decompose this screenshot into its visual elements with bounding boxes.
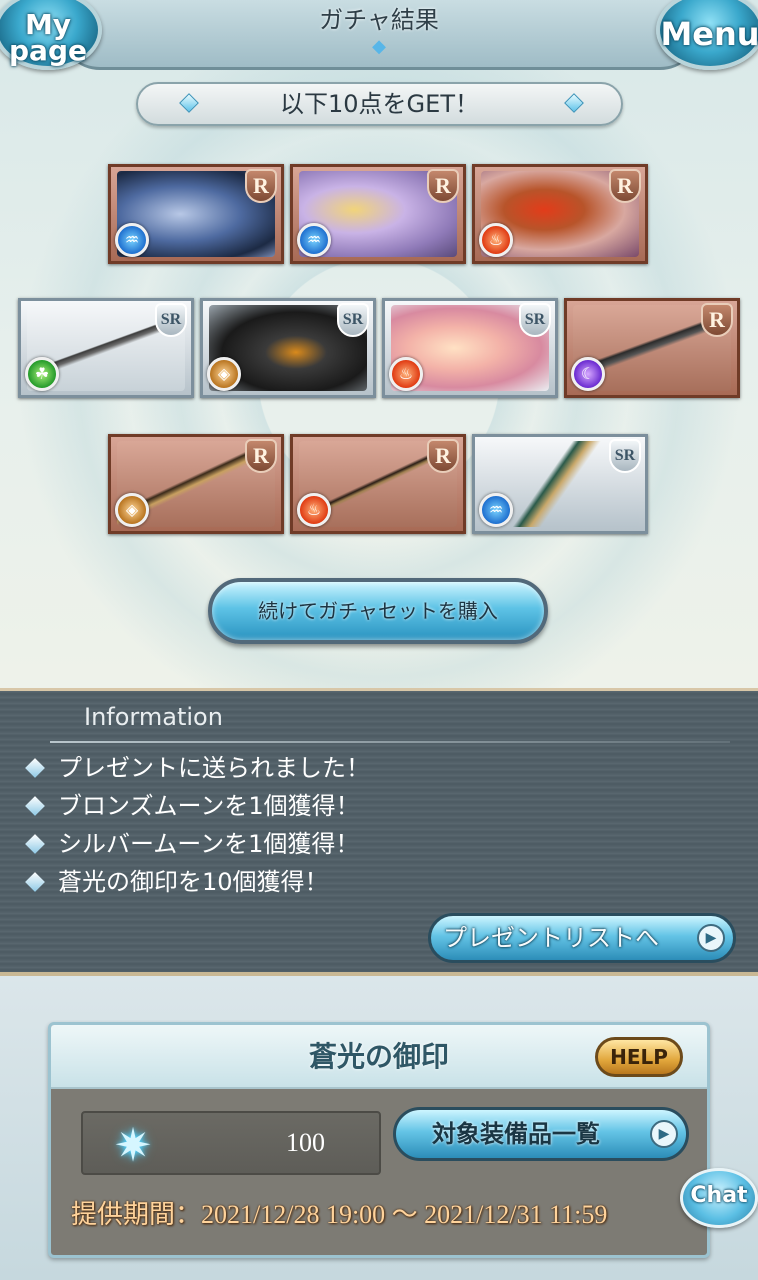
result-card[interactable]: SR ☘ (18, 298, 194, 398)
arrow-right-icon: ▶ (697, 924, 725, 952)
bullet-icon (25, 796, 45, 816)
bullet-icon (25, 834, 45, 854)
menu-label: Menu (660, 15, 758, 53)
target-equipment-button[interactable]: 対象装備品一覧 ▶ (393, 1107, 689, 1161)
result-card[interactable]: SR ♒ (472, 434, 648, 534)
information-panel: Information プレゼントに送られました！ ブロンズムーンを1個獲得！ … (0, 688, 758, 976)
result-banner: 以下10点をGET！ (136, 82, 623, 126)
dark-element-icon: ☾ (571, 357, 605, 391)
fire-element-icon: ♨ (389, 357, 423, 391)
continue-gacha-button[interactable]: 続けてガチャセットを購入 (208, 578, 548, 644)
seal-header: 蒼光の御印 HELP (51, 1025, 707, 1089)
rank-badge: R (701, 303, 733, 337)
result-card[interactable]: R ♨ (472, 164, 648, 264)
water-element-icon: ♒ (479, 493, 513, 527)
arrow-right-icon: ▶ (650, 1120, 678, 1148)
rank-badge: R (427, 169, 459, 203)
mypage-label: My page (9, 8, 87, 67)
information-item: プレゼントに送られました！ (22, 751, 742, 785)
bullet-icon (25, 758, 45, 778)
water-element-icon: ♒ (115, 223, 149, 257)
seal-count: 100 (286, 1128, 325, 1157)
result-card[interactable]: R ☾ (564, 298, 740, 398)
information-item: ブロンズムーンを1個獲得！ (22, 789, 742, 823)
offer-period: 提供期間：2021/12/28 19:00 〜 2021/12/31 11:59 (71, 1200, 608, 1229)
rank-badge: SR (337, 303, 369, 337)
rank-badge: SR (609, 439, 641, 473)
result-card[interactable]: SR ◈ (200, 298, 376, 398)
mypage-button[interactable]: My page (0, 0, 102, 70)
earth-element-icon: ◈ (207, 357, 241, 391)
rank-badge: SR (155, 303, 187, 337)
present-list-label: プレゼントリストへ (443, 924, 659, 952)
information-item-text: プレゼントに送られました！ (58, 754, 370, 782)
water-element-icon: ♒ (297, 223, 331, 257)
fire-element-icon: ♨ (479, 223, 513, 257)
result-card[interactable]: R ◈ (108, 434, 284, 534)
help-button[interactable]: HELP (595, 1037, 683, 1077)
seal-count-box: ✷ 100 (81, 1111, 381, 1175)
rank-badge: R (245, 439, 277, 473)
information-item-text: シルバームーンを1個獲得！ (58, 830, 360, 858)
information-item: シルバームーンを1個獲得！ (22, 827, 742, 861)
earth-element-icon: ◈ (115, 493, 149, 527)
result-card[interactable]: R ♒ (108, 164, 284, 264)
title-pointer-icon: ◆ (372, 36, 386, 57)
information-item-text: ブロンズムーンを1個獲得！ (58, 792, 360, 820)
divider (50, 741, 730, 743)
rank-badge: SR (519, 303, 551, 337)
result-banner-text: 以下10点をGET！ (280, 90, 479, 118)
information-item: 蒼光の御印を10個獲得！ (22, 865, 742, 899)
present-list-button[interactable]: プレゼントリストへ ▶ (428, 913, 736, 963)
seal-panel: 蒼光の御印 HELP ✷ 100 対象装備品一覧 ▶ 提供期間：2021/12/… (48, 1022, 710, 1258)
bullet-icon (25, 872, 45, 892)
information-item-text: 蒼光の御印を10個獲得！ (58, 868, 329, 896)
rank-badge: R (427, 439, 459, 473)
chat-button[interactable]: Chat (680, 1168, 758, 1228)
rank-badge: R (609, 169, 641, 203)
rank-badge: R (245, 169, 277, 203)
target-equipment-label: 対象装備品一覧 (432, 1120, 600, 1148)
wind-element-icon: ☘ (25, 357, 59, 391)
bottom-area: 蒼光の御印 HELP ✷ 100 対象装備品一覧 ▶ 提供期間：2021/12/… (0, 976, 758, 1280)
fire-element-icon: ♨ (297, 493, 331, 527)
result-card[interactable]: R ♒ (290, 164, 466, 264)
gacha-result-area: ガチャ結果 ◆ My page Menu 以下10点をGET！ R ♒ R ♒ … (0, 0, 758, 688)
information-heading: Information (84, 703, 223, 731)
page-title: ガチャ結果 (319, 6, 439, 34)
crystal-icon: ✷ (113, 1118, 153, 1172)
result-card[interactable]: SR ♨ (382, 298, 558, 398)
result-card[interactable]: R ♨ (290, 434, 466, 534)
